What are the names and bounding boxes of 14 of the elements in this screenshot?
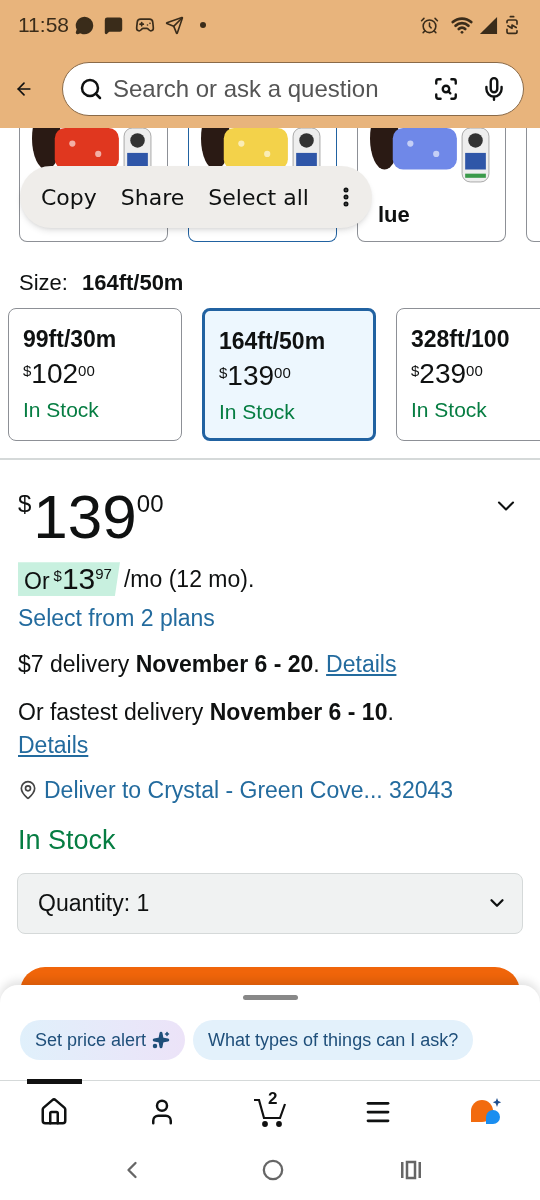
stock-status: In Stock	[411, 396, 488, 423]
monthly-term: /mo (12 mo).	[123, 565, 255, 594]
size-name: 328ft/100	[411, 325, 511, 354]
stock-status: In Stock	[23, 396, 100, 423]
color-label: lue	[378, 201, 410, 229]
size-value: 164ft/50m	[81, 269, 184, 297]
fastest-delivery-info: Or fastest delivery November 6 - 10.	[18, 697, 395, 727]
status-time: 11:58	[18, 12, 69, 39]
delivery-info: $7 delivery November 6 - 20. Details	[18, 651, 397, 677]
availability: In Stock	[18, 825, 116, 855]
size-name: 99ft/30m	[23, 325, 118, 354]
stock-status: In Stock	[219, 398, 296, 425]
size-name: 164ft/50m	[219, 327, 327, 356]
size-label: Size:	[19, 269, 68, 297]
